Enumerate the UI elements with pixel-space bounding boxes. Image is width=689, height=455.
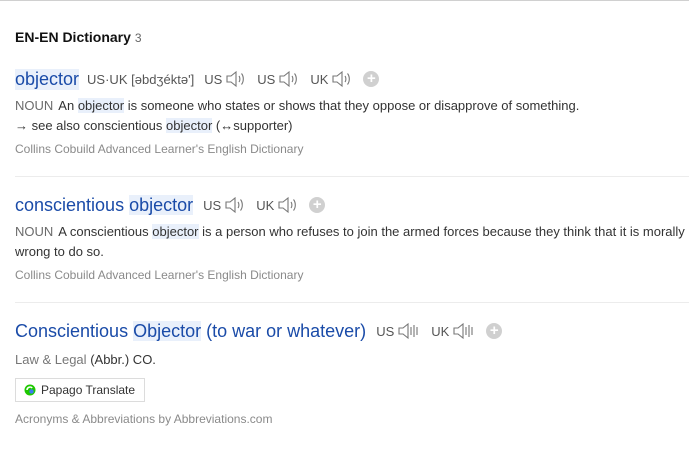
headword-link[interactable]: Conscientious Objector (to war or whatev… — [15, 320, 366, 342]
divider — [15, 302, 689, 303]
audio-us-button-2[interactable]: US — [257, 70, 300, 88]
entry-objector: objector US·UK [əbdʒéktə'] US US UK + NO… — [15, 66, 689, 156]
pronunciation-label: US·UK [əbdʒéktə'] — [87, 71, 195, 87]
entry-conscientious-objector: conscientious objector US UK + NOUN A con… — [15, 192, 689, 282]
audio-us-button[interactable]: US — [204, 70, 247, 88]
source-label[interactable]: Acronyms & Abbreviations by Abbreviation… — [15, 412, 689, 426]
audio-us-button[interactable]: US — [203, 196, 246, 214]
plus-icon[interactable]: + — [309, 197, 326, 213]
papago-translate-button[interactable]: Papago Translate — [15, 378, 146, 402]
speaker-icon — [332, 70, 351, 88]
part-of-speech: NOUN — [15, 98, 54, 113]
part-of-speech: NOUN — [15, 224, 54, 239]
see-also: → see also conscientious objector (↔supp… — [15, 118, 293, 133]
audio-uk-button[interactable]: UK — [310, 70, 353, 88]
abbreviation-line: Law & Legal (Abbr.) CO. — [15, 350, 689, 370]
headword-link[interactable]: objector — [15, 68, 80, 90]
audio-uk-button[interactable]: UK — [256, 196, 299, 214]
headword-link[interactable]: conscientious objector — [15, 194, 194, 216]
category-label: Law & Legal — [15, 352, 87, 367]
definition: NOUN An objector is someone who states or… — [15, 98, 580, 113]
audio-us-button[interactable]: US — [376, 322, 421, 340]
plus-icon[interactable]: + — [486, 323, 503, 339]
speaker-icon — [279, 70, 298, 88]
source-label[interactable]: Collins Cobuild Advanced Learner's Engli… — [15, 142, 689, 156]
speaker-icon — [226, 70, 245, 88]
divider — [15, 176, 689, 177]
speaker-bars-icon — [453, 322, 473, 340]
abbreviation-text: (Abbr.) CO. — [90, 352, 156, 367]
audio-uk-button[interactable]: UK — [431, 322, 476, 340]
papago-logo-icon — [24, 384, 36, 396]
section-title: EN-EN Dictionary 3 — [15, 29, 142, 45]
see-also-link[interactable]: objector — [166, 118, 213, 133]
speaker-icon — [225, 196, 244, 214]
section-count: 3 — [134, 31, 142, 45]
speaker-bars-icon — [398, 322, 418, 340]
speaker-icon — [278, 196, 297, 214]
plus-icon[interactable]: + — [363, 71, 380, 87]
section-title-text: EN-EN Dictionary — [15, 29, 131, 45]
definition: NOUN A conscientious objector is a person… — [15, 224, 685, 259]
highlight-term: objector — [152, 224, 199, 239]
entry-conscientious-objector-abbr: Conscientious Objector (to war or whatev… — [15, 318, 689, 426]
source-label[interactable]: Collins Cobuild Advanced Learner's Engli… — [15, 268, 689, 282]
highlight-term: objector — [77, 98, 125, 113]
